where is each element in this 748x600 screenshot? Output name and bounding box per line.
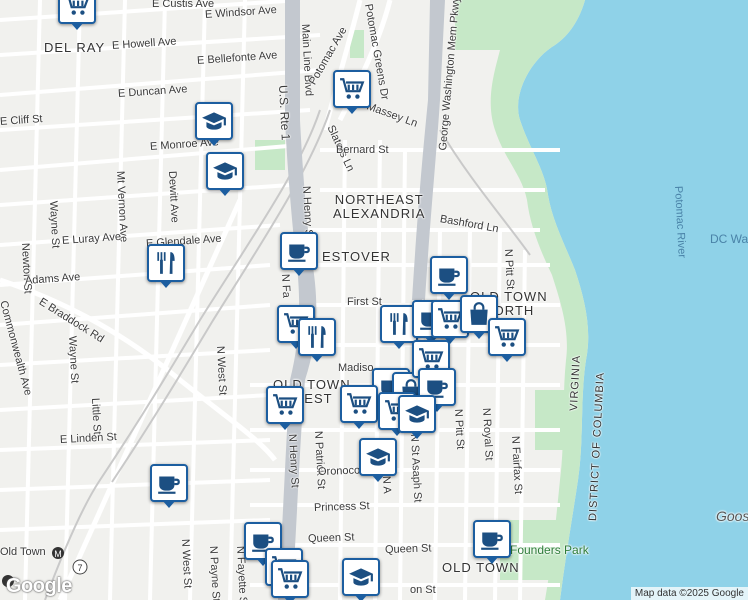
restaurant-marker[interactable] — [298, 318, 336, 362]
graduation-cap-icon — [365, 444, 391, 470]
street-label: Wayne St — [47, 200, 62, 249]
graduation-cap-icon — [404, 401, 430, 427]
street-label: N West St — [179, 538, 194, 589]
google-logo: Google — [6, 575, 72, 597]
shopping-cart-icon — [339, 76, 365, 102]
street-label: N Pitt St — [452, 408, 467, 450]
svg-text:7: 7 — [77, 563, 82, 573]
fork-knife-icon — [153, 250, 179, 276]
park-label: Founders Park — [510, 543, 589, 557]
cafe-marker[interactable] — [280, 232, 318, 276]
grocery-marker[interactable] — [488, 318, 526, 362]
shopping-cart-icon — [346, 391, 372, 417]
coffee-cup-icon — [436, 262, 462, 288]
shopping-cart-icon — [277, 566, 303, 592]
shopping-cart-icon — [272, 392, 298, 418]
shopping-cart-icon — [64, 0, 90, 18]
street-label: N West St — [214, 345, 229, 396]
grocery-marker[interactable] — [58, 0, 96, 30]
station-label: Old Town — [0, 546, 46, 558]
park-small-3 — [535, 390, 565, 450]
street-label: Little St — [89, 397, 103, 435]
coffee-cup-icon — [286, 238, 312, 264]
fork-knife-icon — [386, 311, 412, 337]
grocery-marker[interactable] — [266, 386, 304, 430]
neighborhood-label: ESTOVER — [322, 249, 391, 264]
school-marker[interactable] — [342, 558, 380, 600]
grocery-marker[interactable] — [333, 70, 371, 114]
grocery-marker[interactable] — [340, 385, 378, 429]
school-marker[interactable] — [206, 152, 244, 196]
street-label: Princess St — [313, 500, 370, 514]
grocery-marker[interactable] — [271, 560, 309, 600]
neighborhood-label: OLD TOWN — [442, 560, 520, 575]
street-label: First St — [347, 296, 382, 308]
map-canvas[interactable]: M 7 E Custis Ave E Windsor Ave DEL RAY E… — [0, 0, 748, 600]
street-label: N Pitt St — [502, 248, 517, 290]
map-attribution[interactable]: Map data ©2025 Google — [630, 587, 748, 600]
highway-label: U.S. Rte 1 — [276, 84, 293, 141]
neighborhood-label: DEL RAY — [44, 40, 106, 55]
fork-knife-icon — [304, 324, 330, 350]
graduation-cap-icon — [201, 108, 227, 134]
shopping-cart-icon — [494, 324, 520, 350]
cafe-marker[interactable] — [150, 464, 188, 508]
place-label: Goos — [716, 508, 748, 524]
potomac-river-water — [518, 0, 748, 600]
street-label: on St — [410, 584, 436, 596]
cafe-marker[interactable] — [473, 520, 511, 564]
coffee-cup-icon — [479, 526, 505, 552]
cafe-marker[interactable] — [430, 256, 468, 300]
graduation-cap-icon — [348, 564, 374, 590]
svg-text:M: M — [54, 549, 62, 559]
park-top — [455, 0, 525, 50]
street-label: Wayne St — [66, 335, 81, 384]
restaurant-marker[interactable] — [147, 244, 185, 288]
street-label: Queen St — [307, 531, 355, 545]
street-label: N Fa — [279, 273, 293, 299]
street-label: Madiso — [338, 362, 374, 374]
neighborhood-label: NORTHEAST ALEXANDRIA — [333, 192, 426, 221]
park-small-1 — [255, 140, 285, 170]
graduation-cap-icon — [212, 158, 238, 184]
water-label: DC Wa — [710, 232, 748, 246]
school-marker[interactable] — [195, 102, 233, 146]
school-marker[interactable] — [359, 438, 397, 482]
street-label: Bernard St — [336, 144, 389, 156]
street-label: Queen St — [384, 542, 432, 556]
school-marker[interactable] — [398, 395, 436, 439]
coffee-cup-icon — [156, 470, 182, 496]
